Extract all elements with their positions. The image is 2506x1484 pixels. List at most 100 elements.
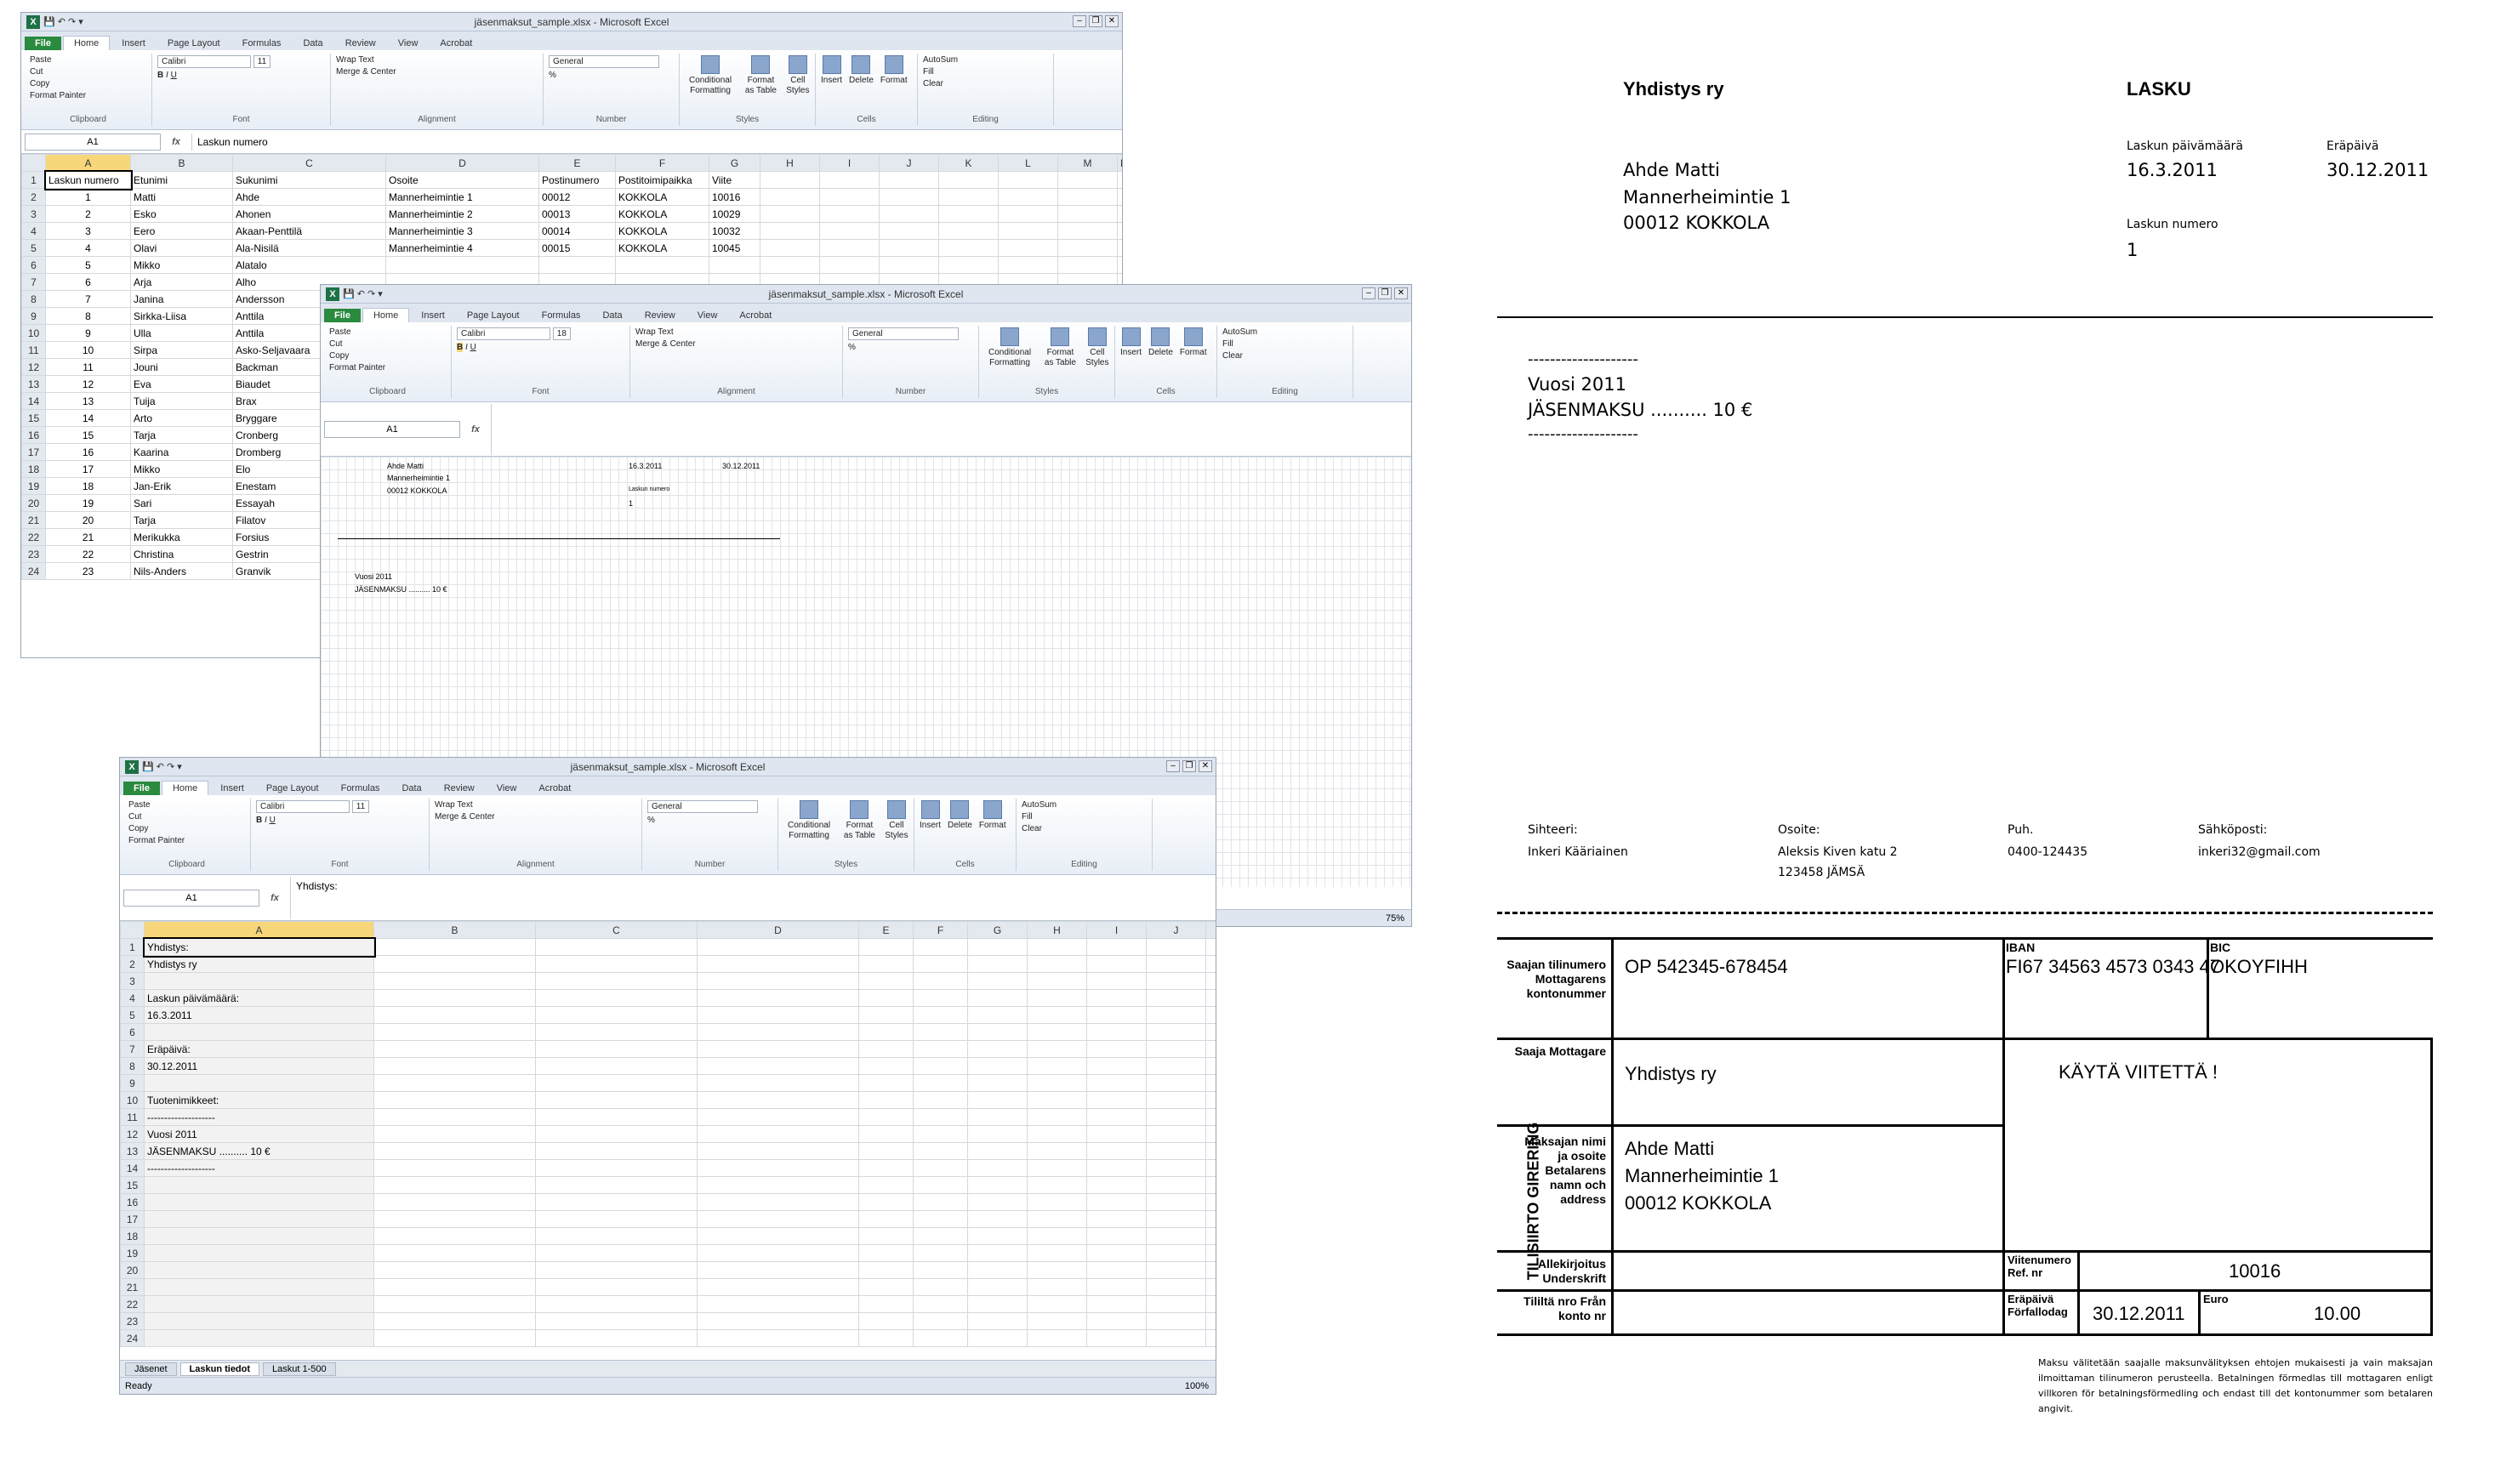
cell[interactable]: Jan-Erik bbox=[130, 477, 233, 495]
wrap-text-button[interactable]: Wrap Text bbox=[435, 800, 636, 810]
delete-cells-button[interactable]: Delete bbox=[948, 800, 972, 831]
cell[interactable] bbox=[1086, 1278, 1147, 1296]
cell[interactable] bbox=[1146, 1040, 1206, 1058]
cell[interactable] bbox=[858, 1159, 914, 1177]
cell[interactable] bbox=[967, 955, 1028, 973]
zoom-level[interactable]: 100% bbox=[1185, 1381, 1209, 1391]
cell[interactable] bbox=[967, 1261, 1028, 1279]
cell[interactable]: Tarja bbox=[130, 426, 233, 444]
cell[interactable] bbox=[373, 1091, 536, 1109]
format-as-table-button[interactable]: Format as Table bbox=[743, 55, 779, 96]
cell[interactable] bbox=[373, 1023, 536, 1041]
font-size-select[interactable]: 11 bbox=[351, 800, 370, 813]
cell[interactable] bbox=[373, 1244, 536, 1262]
column-header[interactable]: M bbox=[1057, 154, 1118, 172]
conditional-formatting-button[interactable]: Conditional Formatting bbox=[984, 327, 1035, 368]
row-header[interactable]: 20 bbox=[120, 1261, 145, 1279]
cell[interactable] bbox=[858, 1193, 914, 1211]
cell[interactable] bbox=[938, 171, 999, 189]
italic-button[interactable]: I bbox=[265, 816, 267, 825]
cell[interactable]: Mannerheimintie 1 bbox=[385, 188, 539, 206]
cell[interactable] bbox=[1086, 1040, 1147, 1058]
tab-acrobat[interactable]: Acrobat bbox=[528, 782, 581, 795]
cell[interactable] bbox=[1117, 239, 1122, 257]
cell[interactable] bbox=[913, 955, 968, 973]
row-header[interactable]: 5 bbox=[21, 239, 46, 257]
column-header[interactable]: J bbox=[1146, 921, 1206, 939]
cell-styles-button[interactable]: Cell Styles bbox=[885, 800, 908, 841]
name-box[interactable]: A1 bbox=[25, 133, 161, 151]
cell[interactable] bbox=[858, 1329, 914, 1347]
cell[interactable] bbox=[967, 1210, 1028, 1228]
bold-button[interactable]: B bbox=[157, 71, 163, 80]
cell[interactable] bbox=[535, 1040, 698, 1058]
row-header[interactable]: 4 bbox=[120, 989, 145, 1007]
cell[interactable] bbox=[373, 1329, 536, 1347]
cell[interactable]: Arja bbox=[130, 273, 233, 291]
cell[interactable] bbox=[1086, 1023, 1147, 1041]
row-header[interactable]: 14 bbox=[21, 392, 46, 410]
cell[interactable]: Olavi bbox=[130, 239, 233, 257]
number-format-select[interactable]: General bbox=[848, 327, 959, 340]
column-header[interactable]: K bbox=[1205, 921, 1216, 939]
cell[interactable] bbox=[819, 256, 880, 274]
cell[interactable] bbox=[967, 1227, 1028, 1245]
cell[interactable]: 00014 bbox=[538, 222, 616, 240]
cell[interactable]: -------------------- bbox=[144, 1108, 374, 1126]
cell[interactable] bbox=[967, 1074, 1028, 1092]
tab-formulas[interactable]: Formulas bbox=[232, 37, 292, 50]
cell[interactable] bbox=[1086, 972, 1147, 990]
cell[interactable] bbox=[879, 222, 939, 240]
cell[interactable] bbox=[1205, 938, 1216, 956]
cell[interactable] bbox=[913, 989, 968, 1007]
cell[interactable] bbox=[913, 1091, 968, 1109]
row-header[interactable]: 2 bbox=[21, 188, 46, 206]
cell[interactable] bbox=[1057, 256, 1118, 274]
cell[interactable] bbox=[819, 188, 880, 206]
quick-access-toolbar[interactable]: 💾 ↶ ↷ ▾ bbox=[343, 288, 383, 299]
cell[interactable] bbox=[913, 1040, 968, 1058]
cell[interactable] bbox=[967, 1244, 1028, 1262]
underline-button[interactable]: U bbox=[470, 343, 476, 352]
cell[interactable] bbox=[697, 1074, 859, 1092]
cell[interactable] bbox=[913, 1312, 968, 1330]
sheet-grid[interactable]: ABCDEFGHIJK1Yhdistys:2Yhdistys ry34Lasku… bbox=[120, 921, 1216, 1347]
underline-button[interactable]: U bbox=[270, 816, 276, 825]
cell[interactable] bbox=[1027, 1125, 1087, 1143]
cell[interactable] bbox=[1146, 1312, 1206, 1330]
cell[interactable] bbox=[535, 1210, 698, 1228]
tab-insert[interactable]: Insert bbox=[111, 37, 156, 50]
cell[interactable] bbox=[1146, 1329, 1206, 1347]
row-header[interactable]: 14 bbox=[120, 1159, 145, 1177]
cell[interactable] bbox=[858, 1142, 914, 1160]
autosum-button[interactable]: AutoSum bbox=[923, 55, 1048, 65]
column-header[interactable]: G bbox=[967, 921, 1028, 939]
fill-button[interactable]: Fill bbox=[923, 67, 1048, 77]
cell[interactable] bbox=[913, 1244, 968, 1262]
column-header[interactable]: A bbox=[144, 921, 374, 939]
cell[interactable] bbox=[1117, 205, 1122, 223]
cell[interactable] bbox=[913, 1142, 968, 1160]
cell[interactable]: Yhdistys: bbox=[142, 936, 376, 958]
cell[interactable] bbox=[1146, 1210, 1206, 1228]
cell[interactable] bbox=[1086, 989, 1147, 1007]
cell[interactable] bbox=[967, 1040, 1028, 1058]
italic-button[interactable]: I bbox=[465, 343, 468, 352]
cell[interactable] bbox=[1146, 1023, 1206, 1041]
cell[interactable] bbox=[967, 1091, 1028, 1109]
column-header[interactable]: C bbox=[535, 921, 698, 939]
number-format-select[interactable]: General bbox=[647, 800, 758, 813]
tab-review[interactable]: Review bbox=[434, 782, 485, 795]
merge-center-button[interactable]: Merge & Center bbox=[635, 339, 837, 349]
row-header[interactable]: 10 bbox=[21, 324, 46, 342]
row-header[interactable]: 12 bbox=[120, 1125, 145, 1143]
cell[interactable] bbox=[373, 1278, 536, 1296]
cell[interactable] bbox=[1146, 1057, 1206, 1075]
autosum-button[interactable]: AutoSum bbox=[1022, 800, 1147, 810]
cell[interactable]: 6 bbox=[45, 273, 131, 291]
cell[interactable] bbox=[879, 171, 939, 189]
row-header[interactable]: 21 bbox=[120, 1278, 145, 1296]
cell[interactable] bbox=[1027, 1329, 1087, 1347]
cell[interactable] bbox=[697, 1040, 859, 1058]
cell[interactable] bbox=[998, 171, 1058, 189]
